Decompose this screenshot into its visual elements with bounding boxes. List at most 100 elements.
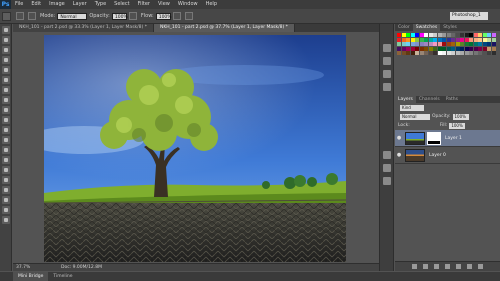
- color-swatch[interactable]: [460, 37, 464, 42]
- brush-tool-icon[interactable]: [1, 96, 10, 104]
- type-tool-icon[interactable]: [1, 176, 10, 184]
- color-swatch[interactable]: [433, 33, 437, 37]
- color-swatch[interactable]: [451, 37, 455, 42]
- color-swatch[interactable]: [464, 46, 469, 51]
- zoom-level[interactable]: 37.7%: [16, 264, 30, 271]
- color-swatch[interactable]: [415, 33, 419, 37]
- document-tab-active[interactable]: NKH_101 - part 2.psd @ 37.7% (Layer 1, L…: [153, 24, 295, 32]
- color-swatch[interactable]: [473, 33, 478, 37]
- color-swatch[interactable]: [419, 37, 424, 42]
- color-swatch[interactable]: [482, 51, 487, 55]
- color-swatch[interactable]: [424, 37, 428, 42]
- color-swatch[interactable]: [482, 37, 487, 42]
- document-size[interactable]: Doc: 9.00M/12.8M: [61, 264, 102, 271]
- brush-panel-icon[interactable]: [382, 83, 391, 91]
- layer-name[interactable]: Layer 0: [429, 153, 446, 158]
- color-swatch[interactable]: [491, 46, 496, 51]
- delete-layer-icon[interactable]: [478, 264, 483, 269]
- color-swatch[interactable]: [491, 42, 496, 46]
- document-tab[interactable]: NKH_101 - part 2.psd @ 33.3% (Layer 1, L…: [13, 24, 154, 32]
- eraser-tool-icon[interactable]: [1, 126, 10, 134]
- color-swatch[interactable]: [460, 33, 464, 37]
- layer-mask-thumbnail[interactable]: [427, 131, 441, 145]
- color-swatch[interactable]: [455, 51, 460, 55]
- color-swatch[interactable]: [401, 46, 406, 51]
- color-swatch[interactable]: [428, 51, 433, 55]
- color-swatch[interactable]: [446, 33, 451, 37]
- color-swatch[interactable]: [419, 51, 424, 55]
- color-swatch[interactable]: [460, 51, 464, 55]
- layer-row-layer-1[interactable]: ● Layer 1: [395, 130, 500, 147]
- healing-brush-tool-icon[interactable]: [1, 86, 10, 94]
- color-swatch[interactable]: [464, 33, 469, 37]
- layer-row-layer-0[interactable]: ● Layer 0: [395, 147, 500, 164]
- visibility-eye-icon[interactable]: ●: [395, 152, 403, 158]
- color-swatch[interactable]: [433, 46, 437, 51]
- color-swatch[interactable]: [428, 33, 433, 37]
- pen-tool-icon[interactable]: [1, 166, 10, 174]
- menu-help[interactable]: Help: [202, 0, 221, 9]
- color-swatch[interactable]: [406, 51, 410, 55]
- color-swatch[interactable]: [487, 46, 491, 51]
- color-swatch[interactable]: [401, 37, 406, 42]
- color-swatch[interactable]: [428, 46, 433, 51]
- color-swatch[interactable]: [469, 42, 473, 46]
- color-swatch[interactable]: [442, 42, 446, 46]
- color-swatch[interactable]: [469, 46, 473, 51]
- color-swatch[interactable]: [473, 37, 478, 42]
- move-tool-icon[interactable]: [1, 26, 10, 34]
- color-swatch[interactable]: [451, 46, 455, 51]
- color-swatch[interactable]: [397, 37, 401, 42]
- color-swatch[interactable]: [478, 37, 482, 42]
- paragraph-panel-icon[interactable]: [382, 177, 391, 185]
- color-swatch[interactable]: [446, 37, 451, 42]
- color-swatch[interactable]: [437, 51, 442, 55]
- color-swatch[interactable]: [406, 42, 410, 46]
- menu-image[interactable]: Image: [45, 0, 69, 9]
- blur-tool-icon[interactable]: [1, 146, 10, 154]
- layer-opacity-field[interactable]: 100%: [452, 113, 469, 120]
- history-panel-icon[interactable]: [382, 44, 391, 52]
- add-mask-icon[interactable]: [434, 264, 439, 269]
- color-swatch[interactable]: [410, 42, 415, 46]
- layer-style-icon[interactable]: [423, 264, 428, 269]
- fill-field[interactable]: 100%: [449, 122, 466, 129]
- color-swatch[interactable]: [482, 33, 487, 37]
- color-swatch[interactable]: [406, 46, 410, 51]
- color-swatch[interactable]: [397, 33, 401, 37]
- color-swatch[interactable]: [446, 51, 451, 55]
- color-swatch[interactable]: [415, 37, 419, 42]
- menu-select[interactable]: Select: [110, 0, 133, 9]
- color-swatch[interactable]: [455, 37, 460, 42]
- tab-layers[interactable]: Layers: [395, 96, 416, 103]
- lasso-tool-icon[interactable]: [1, 46, 10, 54]
- color-swatch[interactable]: [433, 42, 437, 46]
- tab-mini-bridge[interactable]: Mini Bridge: [13, 272, 49, 281]
- color-swatch[interactable]: [464, 42, 469, 46]
- color-swatch[interactable]: [491, 51, 496, 55]
- color-swatch[interactable]: [397, 42, 401, 46]
- color-swatch[interactable]: [455, 46, 460, 51]
- brush-size-icon[interactable]: [16, 12, 24, 20]
- color-swatch[interactable]: [397, 46, 401, 51]
- shape-tool-icon[interactable]: [1, 196, 10, 204]
- menu-filter[interactable]: Filter: [134, 0, 154, 9]
- color-swatch[interactable]: [464, 37, 469, 42]
- color-swatch[interactable]: [428, 42, 433, 46]
- color-swatch[interactable]: [478, 51, 482, 55]
- color-swatch[interactable]: [455, 42, 460, 46]
- opacity-field[interactable]: 100%: [111, 12, 128, 20]
- color-swatch[interactable]: [415, 42, 419, 46]
- clone-stamp-tool-icon[interactable]: [1, 106, 10, 114]
- color-swatch[interactable]: [451, 51, 455, 55]
- color-swatch[interactable]: [473, 42, 478, 46]
- color-swatch[interactable]: [487, 42, 491, 46]
- color-swatch[interactable]: [428, 37, 433, 42]
- tab-channels[interactable]: Channels: [416, 96, 443, 103]
- history-brush-tool-icon[interactable]: [1, 116, 10, 124]
- workspace-select[interactable]: Photoshop_1: [450, 12, 488, 20]
- layer-kind-filter[interactable]: Kind: [400, 104, 424, 111]
- color-swatch[interactable]: [469, 51, 473, 55]
- color-swatch[interactable]: [424, 46, 428, 51]
- adjustment-layer-icon[interactable]: [445, 264, 450, 269]
